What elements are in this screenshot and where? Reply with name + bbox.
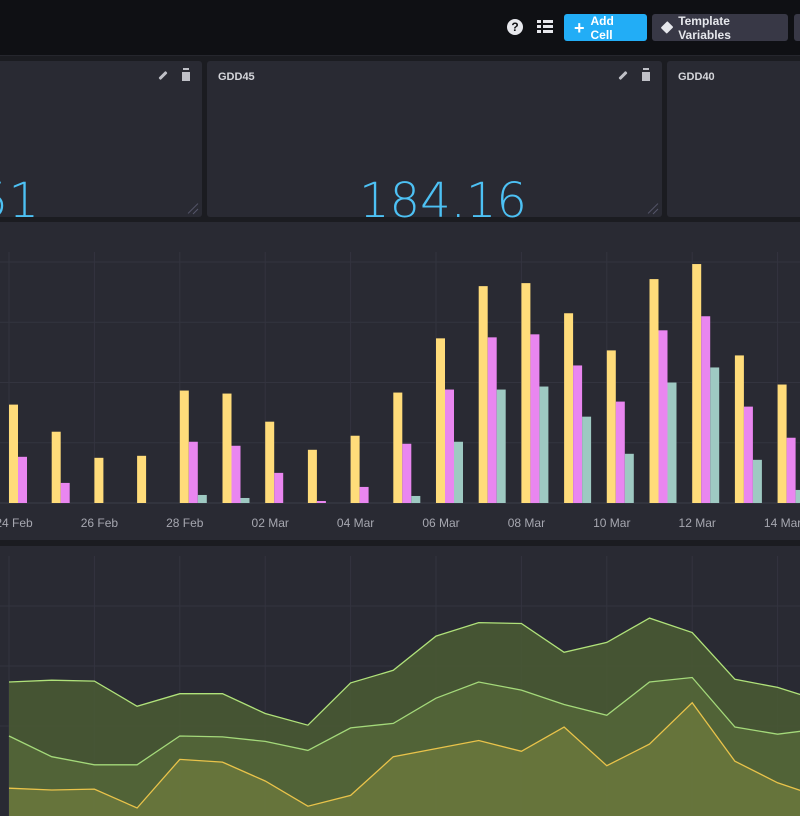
bar [668,383,677,503]
bar [137,456,146,503]
bar [710,367,719,503]
bar [488,337,497,503]
bar [445,390,454,503]
bar [659,330,668,503]
bar [223,394,232,503]
bar [573,365,582,503]
stat-value: 51 [0,173,39,229]
resize-handle-icon[interactable] [186,202,198,214]
x-tick-label: 28 Feb [166,516,204,530]
edit-icon[interactable] [157,69,169,81]
x-tick-label: 24 Feb [0,516,33,530]
x-tick-label: 12 Mar [679,516,716,530]
bar [796,490,800,503]
cell-list-icon[interactable] [537,20,553,34]
bar [701,316,710,503]
resize-handle-icon[interactable] [646,202,658,214]
bar [351,436,360,503]
add-cell-label: Add Cell [591,14,637,42]
bar [616,402,625,503]
bar [787,438,796,503]
bar [479,286,488,503]
bar [692,264,701,503]
dashboard-header: ? + Add Cell Template Variables [0,0,800,56]
x-tick-label: 06 Mar [422,516,459,530]
trash-icon[interactable] [180,69,192,81]
bar [198,495,207,503]
bar [521,283,530,503]
bar [564,313,573,503]
bar [607,350,616,503]
edit-icon[interactable] [617,69,629,81]
stat-value: 184.16 [359,173,527,229]
bar [265,422,274,503]
time-range-button[interactable] [794,14,800,41]
bar [393,393,402,503]
area-chart-cell [0,546,800,816]
stat-cell-left: 51 [0,61,202,217]
bar [411,496,420,503]
bar [402,444,411,503]
x-tick-label: 10 Mar [593,516,630,530]
bar [52,432,61,503]
bar [274,473,283,503]
plus-icon: + [574,19,585,37]
area-chart [0,546,800,816]
bar [94,458,103,503]
bar [582,417,591,503]
bar [241,498,250,503]
bar [436,338,445,503]
bar [454,442,463,503]
bar [753,460,762,503]
stat-cell-gdd40: GDD40 [667,61,800,217]
bar-chart: 24 Feb 26 Feb 28 Feb 02 Mar 04 Mar 06 Mar 08 M… [0,222,800,540]
trash-icon[interactable] [640,69,652,81]
help-icon[interactable]: ? [507,19,523,35]
bar [61,483,70,503]
bar [18,457,27,503]
bar [189,442,198,503]
bar [744,407,753,503]
bar [180,391,189,503]
x-tick-label: 14 Mar [764,516,800,530]
bar [735,355,744,503]
bar [625,454,634,503]
bar [650,279,659,503]
x-tick-label: 04 Mar [337,516,374,530]
add-cell-button[interactable]: + Add Cell [564,14,647,41]
template-variables-label: Template Variables [678,14,778,42]
bar [530,334,539,503]
bar [778,385,787,503]
cube-icon [661,21,674,34]
bar [539,387,548,503]
x-tick-label: 26 Feb [81,516,119,530]
bar [308,450,317,503]
bar [360,487,369,503]
x-tick-label: 08 Mar [508,516,545,530]
template-variables-button[interactable]: Template Variables [652,14,788,41]
cell-title: GDD45 [218,71,255,83]
bar [9,405,18,503]
cell-title: GDD40 [678,71,715,83]
bar-chart-cell: 24 Feb 26 Feb 28 Feb 02 Mar 04 Mar 06 Mar 08 M… [0,222,800,540]
bar [317,501,326,503]
bar [497,390,506,503]
bar [232,446,241,503]
x-tick-label: 02 Mar [252,516,289,530]
stat-cell-gdd45: GDD45 184.16 [207,61,662,217]
